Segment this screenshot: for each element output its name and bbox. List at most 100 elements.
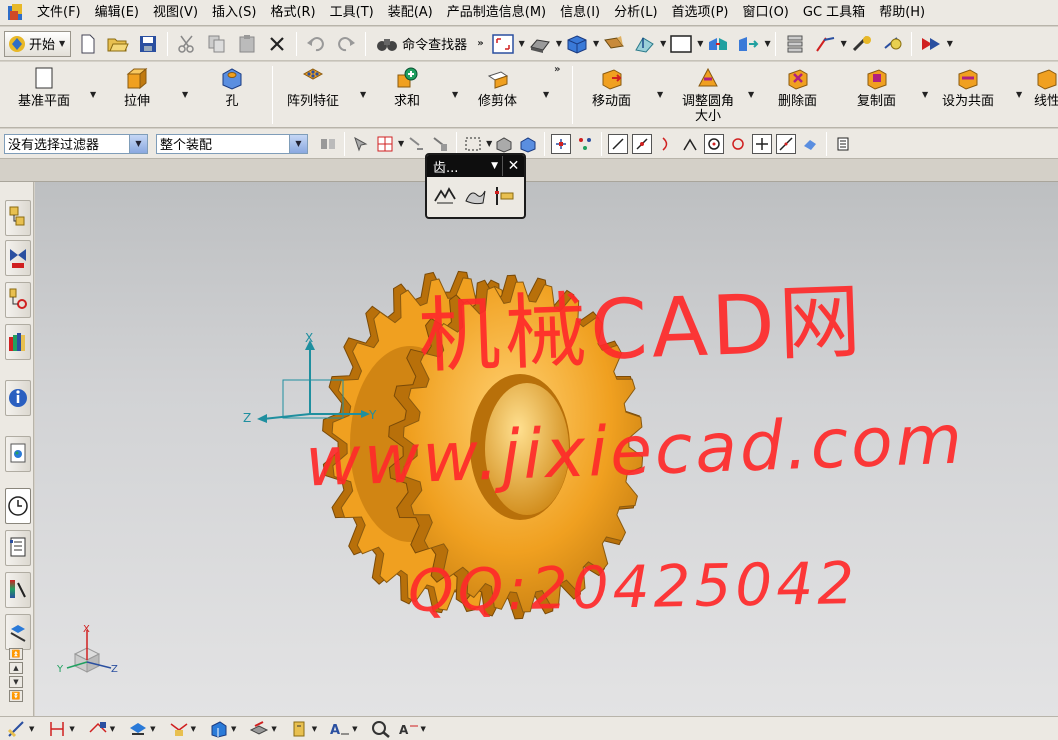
select-curve-button[interactable] [406, 134, 426, 154]
menu-edit[interactable]: 编辑(E) [88, 2, 146, 24]
chevron-down-icon[interactable]: ▼ [519, 39, 525, 48]
chevron-down-icon[interactable]: ▼ [360, 90, 366, 99]
chevron-down-icon[interactable]: ▼ [352, 725, 357, 733]
text-style-button[interactable]: A [398, 719, 420, 739]
menu-assembly[interactable]: 装配(A) [381, 2, 440, 24]
snap-settings-button[interactable] [375, 134, 395, 154]
snap-control-point-button[interactable] [656, 134, 676, 154]
chevron-down-icon[interactable]: ▼ [271, 725, 276, 733]
extrude-button[interactable]: 拉伸 [124, 66, 150, 109]
snap-arc-center-button[interactable] [704, 133, 725, 154]
paste-button[interactable] [234, 31, 260, 57]
scroll-bottom-button[interactable]: ⏬ [9, 690, 23, 702]
chevron-down-icon[interactable]: ▼ [129, 134, 147, 153]
history-tab[interactable] [5, 488, 31, 524]
copy-button[interactable] [204, 31, 230, 57]
toolbar-overflow-icon[interactable]: » [477, 38, 483, 49]
scroll-down-button[interactable]: ▼ [9, 676, 23, 688]
constraint-button[interactable] [87, 719, 109, 739]
chevron-down-icon[interactable]: ▼ [90, 90, 96, 99]
move-component-button[interactable] [735, 31, 761, 57]
orient-view-button[interactable] [564, 31, 590, 57]
delete-button[interactable] [264, 31, 290, 57]
constraint-navigator-tab[interactable] [5, 240, 31, 276]
chevron-down-icon[interactable]: ▼ [748, 90, 754, 99]
toolbar-overflow-icon[interactable]: » [554, 64, 560, 75]
menu-insert[interactable]: 插入(S) [205, 2, 263, 24]
cut-button[interactable] [174, 31, 200, 57]
menu-file[interactable]: 文件(F) [30, 2, 88, 24]
component-display-button[interactable] [127, 719, 149, 739]
chevron-down-icon[interactable]: ▼ [556, 39, 562, 48]
snap-midpoint-button[interactable] [632, 133, 653, 154]
roles-tab[interactable] [5, 614, 31, 650]
surface-analysis-button[interactable] [849, 31, 875, 57]
system-materials-tab[interactable] [5, 572, 31, 608]
chevron-down-icon[interactable]: ▼ [69, 725, 74, 733]
part-navigator-tab[interactable] [5, 282, 31, 318]
web-browser-tab[interactable] [5, 436, 31, 472]
assembly-filter-button[interactable] [318, 134, 338, 154]
menu-format[interactable]: 格式(R) [263, 2, 322, 24]
gear-curve-icon[interactable] [433, 185, 457, 207]
gear-properties-icon[interactable] [493, 185, 517, 207]
menu-information[interactable]: 信息(I) [553, 2, 607, 24]
show-snap-point-button[interactable] [833, 134, 853, 154]
start-button[interactable]: 开始 ▼ [4, 30, 72, 57]
redo-button[interactable] [333, 31, 359, 57]
rectangle-select-button[interactable] [463, 134, 483, 154]
selection-scope-combo[interactable]: 整个装配 ▼ [156, 133, 308, 154]
scroll-top-button[interactable]: ⏫ [9, 648, 23, 660]
assembly-constraints-button[interactable] [705, 31, 731, 57]
snap-grid-button[interactable] [575, 134, 595, 154]
copy-face-button[interactable]: 复制面 [857, 66, 896, 109]
make-coplanar-button[interactable]: 设为共面 [942, 66, 994, 109]
chevron-down-icon[interactable]: ▼ [593, 39, 599, 48]
resize-blend-button[interactable]: 调整圆角大小 [678, 66, 738, 124]
snap-point-on-face-button[interactable] [800, 134, 820, 154]
snap-existing-point-button[interactable] [752, 133, 773, 154]
select-body-button[interactable] [494, 134, 514, 154]
chevron-down-icon[interactable]: ▼ [922, 90, 928, 99]
chevron-down-icon[interactable]: ▼ [764, 39, 770, 48]
measure-button[interactable] [879, 31, 905, 57]
chevron-down-icon[interactable]: ▼ [697, 39, 703, 48]
delete-face-button[interactable]: 删除面 [778, 66, 817, 109]
background-color-button[interactable] [668, 31, 694, 57]
snap-point-button[interactable] [812, 31, 838, 57]
chevron-down-icon[interactable]: ▼ [398, 139, 404, 148]
assembly-navigator-button[interactable] [782, 31, 808, 57]
edit-object-display-button[interactable] [601, 31, 627, 57]
chevron-down-icon[interactable]: ▼ [191, 725, 196, 733]
text-annotation-button[interactable]: A [329, 719, 351, 739]
close-icon[interactable]: ✕ [502, 156, 524, 176]
snap-line-button[interactable] [608, 133, 629, 154]
chevron-down-icon[interactable]: ▼ [486, 139, 492, 148]
chevron-down-icon[interactable]: ▼ [491, 161, 498, 171]
snap-point-on-curve-button[interactable] [776, 133, 797, 154]
menu-analysis[interactable]: 分析(L) [607, 2, 664, 24]
reuse-library-tab[interactable] [5, 324, 31, 360]
chevron-down-icon[interactable]: ▼ [289, 134, 307, 153]
render-style-button[interactable] [527, 31, 553, 57]
select-component-button[interactable] [430, 134, 450, 154]
zoom-button[interactable] [370, 719, 392, 739]
menu-tools[interactable]: 工具(T) [323, 2, 381, 24]
chevron-down-icon[interactable]: ▼ [150, 725, 155, 733]
fit-view-button[interactable] [490, 31, 516, 57]
select-feature-button[interactable] [351, 134, 371, 154]
floating-toolbar-titlebar[interactable]: 齿... ▼ ✕ [427, 155, 524, 177]
menu-help[interactable]: 帮助(H) [872, 2, 932, 24]
scroll-up-button[interactable]: ▲ [9, 662, 23, 674]
menu-gc-toolkit[interactable]: GC 工具箱 [796, 2, 872, 24]
save-view-button[interactable] [289, 719, 311, 739]
snap-endpoint-button[interactable] [551, 133, 572, 154]
chevron-down-icon[interactable]: ▼ [29, 725, 34, 733]
chevron-down-icon[interactable]: ▼ [543, 90, 549, 99]
chevron-down-icon[interactable]: ▼ [312, 725, 317, 733]
datum-plane-button[interactable]: 基准平面 [18, 66, 70, 109]
snap-quadrant-button[interactable] [728, 134, 748, 154]
chevron-down-icon[interactable]: ▼ [452, 90, 458, 99]
menu-preferences[interactable]: 首选项(P) [665, 2, 736, 24]
dimension-button[interactable] [46, 719, 68, 739]
